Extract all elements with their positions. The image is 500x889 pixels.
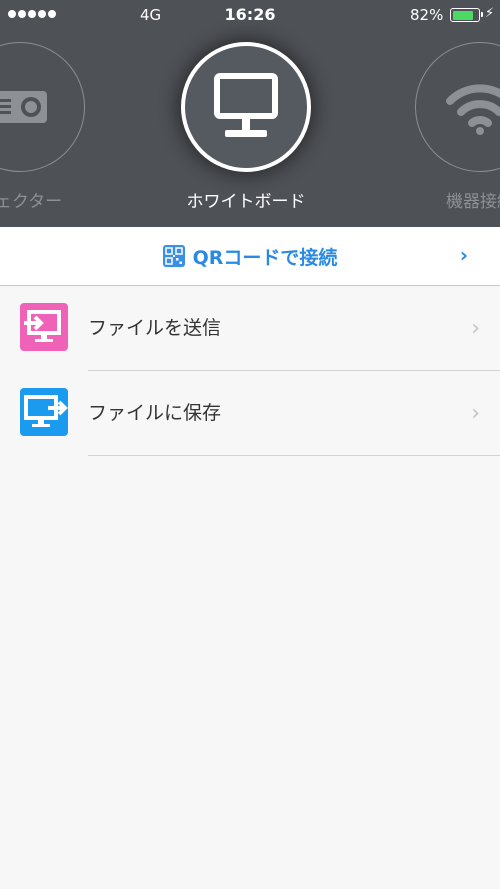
action-list: ファイルを送信 › ファイルに保存 › [0, 286, 500, 456]
device-connect-circle[interactable] [415, 42, 500, 172]
mode-whiteboard[interactable]: ホワイトボード [181, 42, 311, 212]
qr-connect-label: QRコードで接続 [192, 246, 338, 269]
qr-code-icon [162, 245, 185, 267]
list-item-save-file[interactable]: ファイルに保存 › [0, 371, 500, 456]
list-item-send-file[interactable]: ファイルを送信 › [0, 286, 500, 371]
list-item-label: ファイルを送信 [88, 317, 222, 339]
whiteboard-circle[interactable] [181, 42, 311, 172]
chevron-right-icon: › [471, 401, 480, 426]
chevron-right-icon: › [471, 316, 480, 341]
list-item-label: ファイルに保存 [88, 402, 222, 424]
mode-label-whiteboard: ホワイトボード [186, 192, 306, 212]
mode-header: 4G 16:26 82% ⚡ ジェクター [0, 0, 500, 227]
save-file-icon [20, 388, 68, 436]
projector-icon [0, 91, 47, 123]
status-bar: 4G 16:26 82% ⚡ [0, 0, 500, 30]
divider [88, 455, 500, 456]
battery-icon [450, 8, 483, 22]
mode-projector[interactable]: ジェクター [0, 42, 85, 212]
whiteboard-monitor-icon [214, 73, 278, 137]
mode-device-connect[interactable]: 機器接続 [415, 42, 500, 212]
qr-connect-button[interactable]: QRコードで接続 › [0, 227, 500, 286]
mode-label-projector: ジェクター [0, 192, 63, 212]
send-file-icon [20, 303, 68, 351]
projector-circle[interactable] [0, 42, 85, 172]
chevron-right-icon: › [459, 243, 468, 267]
charging-icon: ⚡ [485, 6, 495, 21]
wifi-icon [446, 84, 500, 135]
battery-percent: 82% [410, 6, 444, 24]
mode-label-device-connect: 機器接続 [446, 192, 500, 212]
